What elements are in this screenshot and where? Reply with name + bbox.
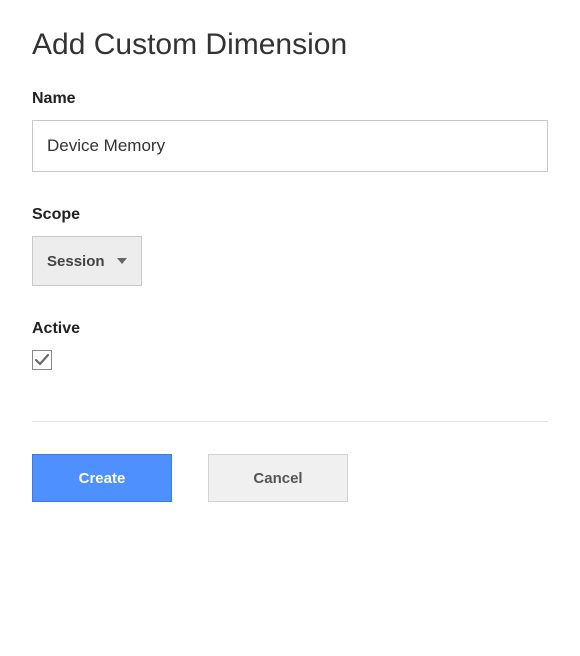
name-label: Name: [32, 90, 548, 108]
chevron-down-icon: [117, 258, 127, 264]
name-field-group: Name: [32, 90, 548, 172]
button-row: Create Cancel: [32, 454, 548, 502]
name-input[interactable]: [32, 120, 548, 172]
scope-label: Scope: [32, 206, 548, 224]
active-field-group: Active: [32, 320, 548, 373]
check-icon: [34, 352, 50, 368]
scope-dropdown[interactable]: Session: [32, 236, 142, 286]
scope-field-group: Scope Session: [32, 206, 548, 286]
scope-selected-value: Session: [47, 253, 105, 270]
active-checkbox[interactable]: [32, 350, 52, 370]
page-title: Add Custom Dimension: [32, 28, 548, 62]
cancel-button[interactable]: Cancel: [208, 454, 348, 502]
create-button[interactable]: Create: [32, 454, 172, 502]
divider: [32, 421, 548, 422]
active-label: Active: [32, 320, 548, 338]
